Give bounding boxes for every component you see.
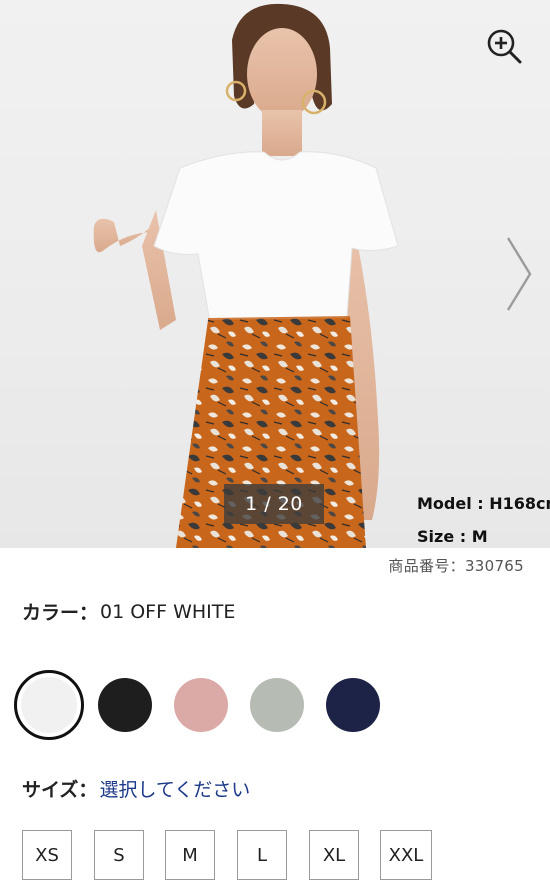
size-option-l[interactable]: L [237,830,287,880]
swatch-pink[interactable] [174,678,228,732]
chevron-right-icon[interactable] [500,232,540,316]
size-option-m[interactable]: M [165,830,215,880]
swatch-off-white[interactable] [14,670,84,740]
color-label: カラー： [22,602,99,624]
image-counter: 1 / 20 [224,484,324,524]
zoom-in-icon[interactable] [484,26,524,66]
size-select-link[interactable]: 選択してください [99,775,250,802]
size-option-s[interactable]: S [94,830,144,880]
product-image-carousel[interactable]: 1 / 20 Model : H168cm Size : M [0,0,550,548]
size-option-xs[interactable]: XS [22,830,72,880]
size-options: XS S M L XL XXL [22,830,542,882]
product-photo [93,3,399,548]
color-swatches [14,670,394,740]
swatch-light-gray-green[interactable] [250,678,304,732]
swatch-navy[interactable] [326,678,380,732]
model-height: Model : H168cm [417,494,550,513]
item-number-label: 商品番号： [388,557,465,575]
swatch-off-white-fill [21,677,77,733]
model-size: Size : M [417,527,488,546]
size-label: サイズ： [22,779,98,801]
color-value: 01 OFF WHITE [100,600,236,623]
size-row: サイズ： 選択してください [22,775,250,802]
item-number: 商品番号：330765 [388,555,524,576]
color-row: カラー： 01 OFF WHITE [22,598,235,625]
size-option-xl[interactable]: XL [309,830,359,880]
model-info: Model : H168cm Size : M [417,487,550,548]
swatch-black[interactable] [98,678,152,732]
size-option-xxl[interactable]: XXL [380,830,432,880]
item-number-value: 330765 [464,557,524,575]
